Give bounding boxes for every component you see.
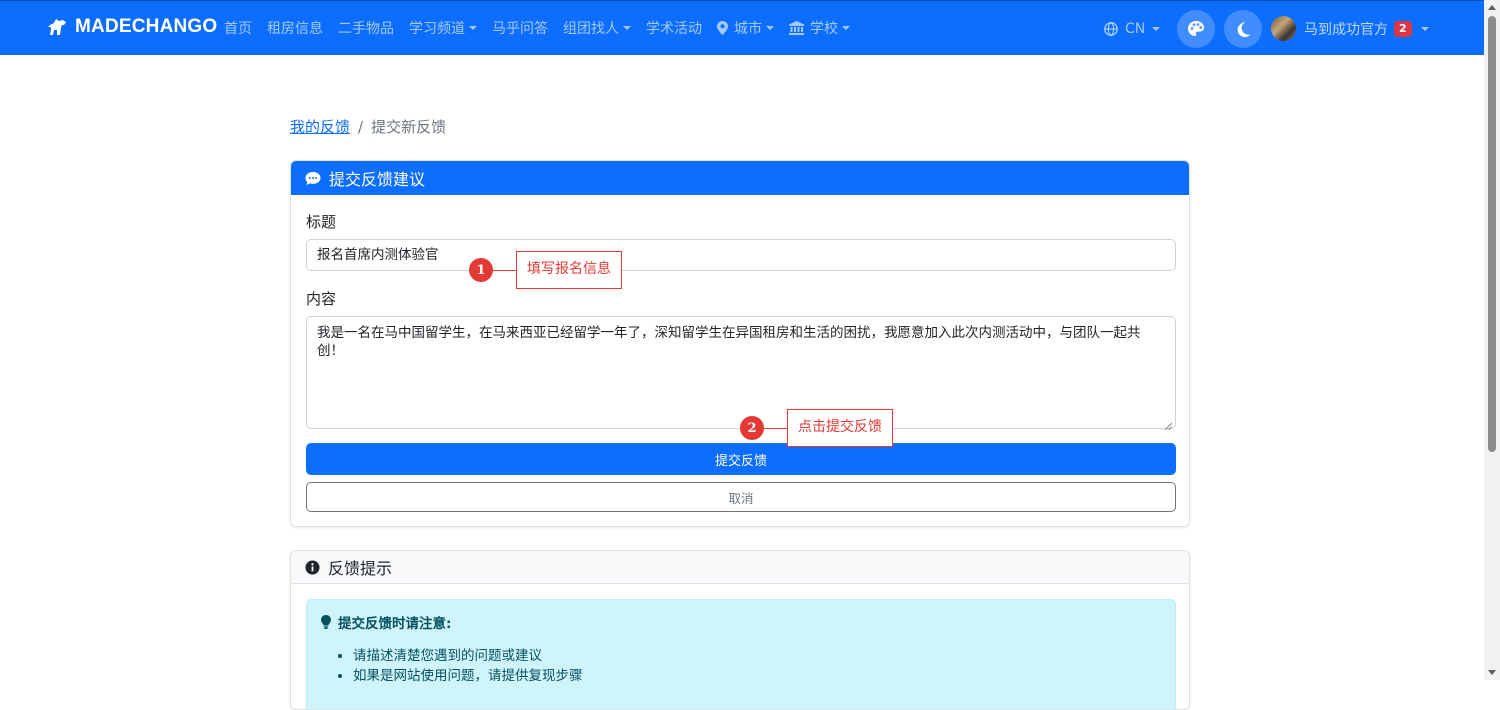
tips-list: 请描述清楚您遇到的问题或建议 如果是网站使用问题，请提供复现步骤 [321,646,1161,686]
form-card-header: 提交反馈建议 [291,161,1189,195]
nav-find-group[interactable]: 组团找人 [563,18,631,38]
title-label: 标题 [306,213,337,231]
nav-qa[interactable]: 马乎问答 [492,18,548,38]
breadcrumb: 我的反馈 / 提交新反馈 [290,116,446,137]
cancel-button[interactable]: 取消 [306,482,1176,512]
language-label: CN [1125,20,1146,37]
language-dropdown[interactable]: CN [1104,1,1161,56]
annotation-connector [764,427,787,429]
list-item: 请描述清楚您遇到的问题或建议 [353,646,1161,666]
nav-secondhand[interactable]: 二手物品 [338,18,394,38]
info-circle-icon [305,560,320,575]
nav-rentals[interactable]: 租房信息 [267,18,323,38]
breadcrumb-separator: / [358,117,364,136]
content-label: 内容 [306,290,337,308]
scroll-down-arrow-icon[interactable] [1488,670,1496,675]
dark-mode-button[interactable] [1224,10,1262,48]
lightbulb-icon [321,615,331,629]
nav-academic-events[interactable]: 学术活动 [646,18,702,38]
feedback-tips-card: 反馈提示 提交反馈时请注意: 请描述清楚您遇到的问题或建议 如果是网站使用问题，… [290,550,1190,710]
annotation-number: 2 [740,416,764,440]
main-nav: 首页 租房信息 二手物品 学习频道 马乎问答 组团找人 学术活动 城市 学校 [224,18,865,38]
title-input[interactable]: 报名首席内测体验官 [306,239,1176,271]
annotation-step-1: 1 填写报名信息 [469,251,622,289]
notification-badge: 2 [1394,20,1412,37]
chevron-down-icon [1420,26,1429,31]
user-menu[interactable]: 马到成功官方 2 [1271,1,1429,56]
nav-school-dropdown[interactable]: 学校 [789,18,850,38]
tips-alert: 提交反馈时请注意: 请描述清楚您遇到的问题或建议 如果是网站使用问题，请提供复现… [306,599,1176,709]
comment-dots-icon [305,171,321,186]
list-item: 如果是网站使用问题，请提供复现步骤 [353,666,1161,686]
page-scrollbar[interactable] [1484,0,1500,680]
nav-study-channel[interactable]: 学习频道 [409,18,477,38]
theme-palette-button[interactable] [1177,10,1215,48]
annotation-number: 1 [469,258,493,282]
annotation-label: 点击提交反馈 [787,409,893,447]
resize-handle-icon[interactable] [1164,417,1173,431]
map-pin-icon [717,21,728,35]
feedback-form-card: 提交反馈建议 标题 报名首席内测体验官 内容 我是一名在马中国留学生，在马来西亚… [290,160,1190,527]
user-name: 马到成功官方 [1304,21,1388,38]
top-navbar: MADECHANGO 首页 租房信息 二手物品 学习频道 马乎问答 组团找人 学… [0,0,1484,55]
brand-logo[interactable]: MADECHANGO [47,16,217,38]
submit-feedback-button[interactable]: 提交反馈 [306,443,1176,475]
annotation-label: 填写报名信息 [516,251,622,289]
annotation-connector [493,269,516,271]
nav-home[interactable]: 首页 [224,18,252,38]
scrollbar-thumb[interactable] [1488,16,1496,452]
palette-icon [1187,20,1205,38]
form-card-title: 提交反馈建议 [329,170,426,189]
moon-icon [1235,21,1251,37]
chevron-down-icon [842,26,850,30]
university-icon [789,21,804,35]
tips-card-header: 反馈提示 [291,551,1189,584]
chevron-down-icon [1152,26,1161,31]
breadcrumb-my-feedback-link[interactable]: 我的反馈 [290,116,350,137]
globe-icon [1104,21,1118,36]
content-text: 我是一名在马中国留学生，在马来西亚已经留学一年了，深知留学生在异国租房和生活的困… [317,325,1141,359]
horse-logo-icon [47,17,69,37]
avatar [1271,16,1296,41]
chevron-down-icon [469,26,477,30]
chevron-down-icon [766,26,774,30]
tips-card-title: 反馈提示 [328,559,393,578]
scroll-up-arrow-icon[interactable] [1488,5,1496,10]
breadcrumb-current: 提交新反馈 [371,118,447,136]
annotation-step-2: 2 点击提交反馈 [740,409,893,447]
alert-title: 提交反馈时请注意: [321,612,1161,632]
brand-name: MADECHANGO [75,16,218,37]
nav-city-dropdown[interactable]: 城市 [717,18,774,38]
chevron-down-icon [623,26,631,30]
